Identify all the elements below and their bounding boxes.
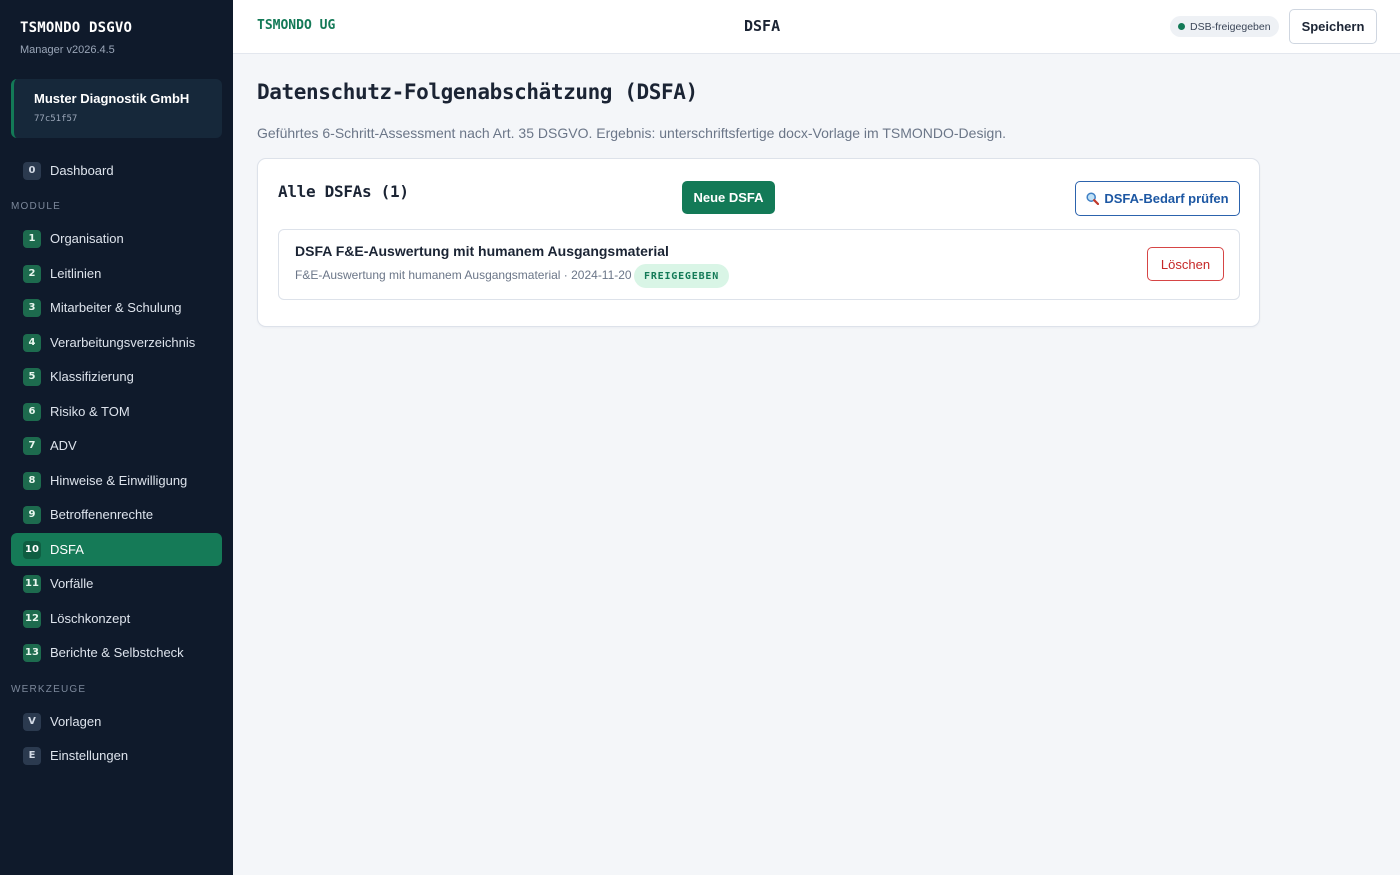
check-dsfa-need-button[interactable]: DSFA-Bedarf prüfen (1075, 181, 1240, 216)
sidebar-item-betroffenenrechte[interactable]: 9 Betroffenenrechte (11, 498, 222, 531)
sidebar-item-label: Löschkonzept (50, 611, 131, 626)
dsfa-entry-meta: F&E-Auswertung mit humanem Ausgangsmater… (295, 268, 632, 282)
sidebar-item-label: Leitlinien (50, 266, 102, 281)
nav-number: 11 (23, 574, 41, 593)
sidebar-item-label: Einstellungen (50, 748, 129, 763)
dsfa-entry-title: DSFA F&E-Auswertung mit humanem Ausgangs… (295, 243, 669, 259)
sidebar-item-label: Berichte & Selbstcheck (50, 645, 184, 660)
status-text: DSB-freigegeben (1190, 20, 1271, 33)
sidebar-item-klassifizierung[interactable]: 5 Klassifizierung (11, 360, 222, 393)
sidebar-item-label: Vorfälle (50, 576, 94, 591)
new-dsfa-button[interactable]: Neue DSFA (682, 181, 775, 214)
tenant-selector[interactable]: Muster Diagnostik GmbH 77c51f57 (11, 79, 222, 138)
sidebar: TSMONDO DSGVO Manager v2026.4.5 Muster D… (0, 0, 233, 875)
sidebar-item-dsfa[interactable]: 10 DSFA (11, 533, 222, 566)
sidebar-item-label: Verarbeitungsverzeichnis (50, 335, 196, 350)
sidebar-item-label: Organisation (50, 231, 124, 246)
nav-number: 5 (23, 367, 41, 386)
sidebar-item-label: Vorlagen (50, 714, 102, 729)
status-badge: DSB-freigegeben (1170, 16, 1279, 37)
page-description: Geführtes 6-Schritt-Assessment nach Art.… (257, 125, 1007, 141)
nav-number: 1 (23, 229, 41, 248)
sidebar-item-adv[interactable]: 7 ADV (11, 429, 222, 462)
sidebar-item-einstellungen[interactable]: E Einstellungen (11, 739, 222, 772)
nav-number: 7 (23, 436, 41, 455)
nav-number: 12 (23, 609, 41, 628)
sidebar-item-label: Mitarbeiter & Schulung (50, 300, 182, 315)
top-header: TSMONDO UG DSFA DSB-freigegeben Speicher… (233, 0, 1400, 54)
sidebar-item-risiko-tom[interactable]: 6 Risiko & TOM (11, 395, 222, 428)
nav-number: 8 (23, 471, 41, 490)
sidebar-item-leitlinien[interactable]: 2 Leitlinien (11, 257, 222, 290)
nav-number: 3 (23, 298, 41, 317)
nav-number: V (23, 712, 41, 731)
nav-number: 0 (23, 161, 41, 180)
sidebar-item-verarbeitungsverzeichnis[interactable]: 4 Verarbeitungsverzeichnis (11, 326, 222, 359)
nav-number: 6 (23, 402, 41, 421)
header-title: DSFA (744, 17, 781, 35)
nav-number: 9 (23, 505, 41, 524)
section-label-werkzeuge: WERKZEUGE (11, 684, 87, 695)
sidebar-item-label: DSFA (50, 542, 84, 557)
sidebar-item-label: Hinweise & Einwilligung (50, 473, 188, 488)
nav-number: 13 (23, 643, 41, 662)
sidebar-item-label: Dashboard (50, 163, 114, 178)
sidebar-item-hinweise-einwilligung[interactable]: 8 Hinweise & Einwilligung (11, 464, 222, 497)
app-version: Manager v2026.4.5 (20, 44, 115, 56)
sidebar-item-vorfaelle[interactable]: 11 Vorfälle (11, 567, 222, 600)
magnifier-icon (1086, 192, 1100, 205)
save-button[interactable]: Speichern (1289, 9, 1377, 44)
card-title: Alle DSFAs (1) (278, 182, 409, 201)
page-title: Datenschutz-Folgenabschätzung (DSFA) (257, 80, 698, 104)
dsfa-list-card: Alle DSFAs (1) Neue DSFA DSFA-Bedarf prü… (257, 158, 1260, 327)
dsfa-entry[interactable]: DSFA F&E-Auswertung mit humanem Ausgangs… (278, 229, 1240, 300)
sidebar-item-mitarbeiter-schulung[interactable]: 3 Mitarbeiter & Schulung (11, 291, 222, 324)
status-badge: FREIGEGEBEN (634, 264, 730, 288)
sidebar-item-dashboard[interactable]: 0 Dashboard (11, 154, 222, 187)
sidebar-item-label: Betroffenenrechte (50, 507, 154, 522)
nav-number: 2 (23, 264, 41, 283)
tenant-name: Muster Diagnostik GmbH (34, 91, 190, 106)
sidebar-item-organisation[interactable]: 1 Organisation (11, 222, 222, 255)
nav-number: 4 (23, 333, 41, 352)
nav-number: E (23, 746, 41, 765)
sidebar-item-loeschkonzept[interactable]: 12 Löschkonzept (11, 602, 222, 635)
nav-number: 10 (23, 540, 41, 559)
check-dsfa-need-label: DSFA-Bedarf prüfen (1104, 191, 1229, 206)
delete-button[interactable]: Löschen (1147, 247, 1224, 281)
sidebar-item-vorlagen[interactable]: V Vorlagen (11, 705, 222, 738)
brand: TSMONDO DSGVO Manager v2026.4.5 (20, 20, 132, 56)
company-name: TSMONDO UG (257, 18, 336, 33)
sidebar-item-label: Risiko & TOM (50, 404, 130, 419)
tenant-id: 77c51f57 (34, 114, 78, 124)
sidebar-item-label: ADV (50, 438, 77, 453)
sidebar-item-berichte-selbstcheck[interactable]: 13 Berichte & Selbstcheck (11, 636, 222, 669)
sidebar-item-label: Klassifizierung (50, 369, 134, 384)
status-dot-icon (1178, 23, 1185, 30)
section-label-module: MODULE (11, 201, 61, 212)
brand-title: TSMONDO DSGVO (20, 20, 133, 36)
